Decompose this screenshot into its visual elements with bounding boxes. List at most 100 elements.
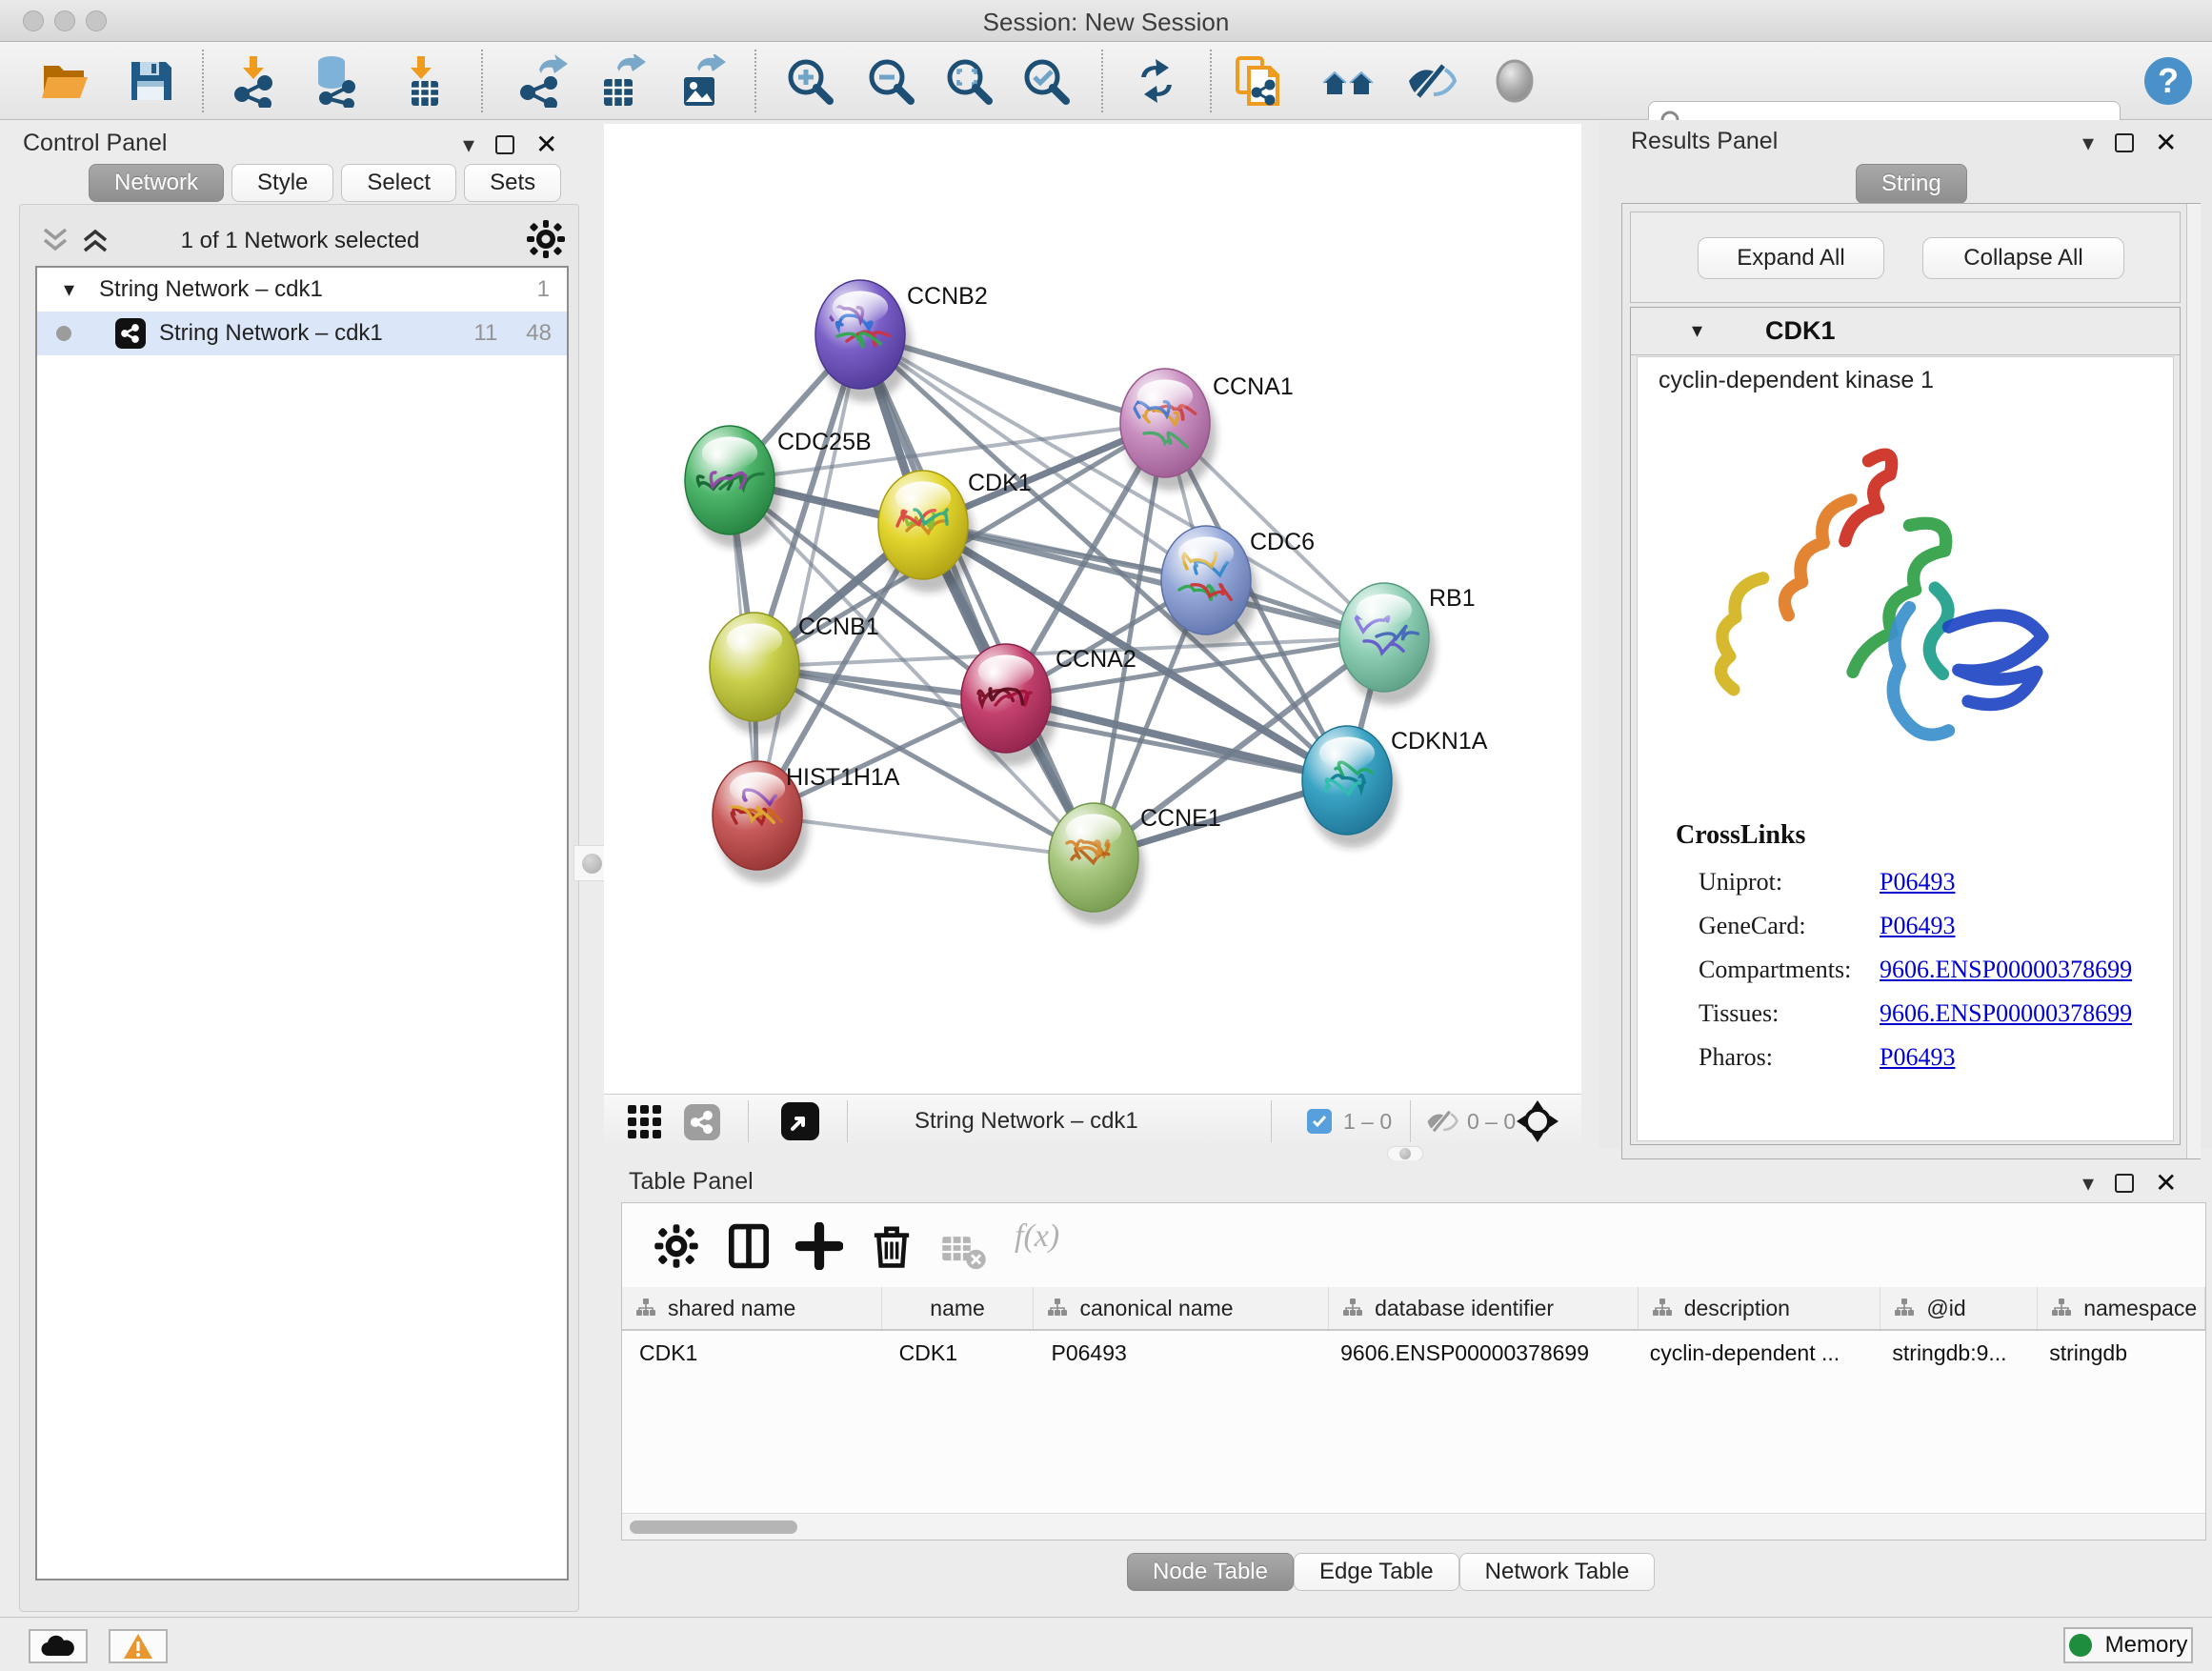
table-row[interactable]: CDK1CDK1P064939606.ENSP00000378699cyclin… bbox=[622, 1331, 2205, 1375]
crosslink-row: Pharos:P06493 bbox=[1699, 1036, 2175, 1079]
column-header-name[interactable]: name bbox=[882, 1287, 1035, 1329]
node-label-cdkn1a: CDKN1A bbox=[1391, 728, 1488, 755]
column-header-description[interactable]: description bbox=[1639, 1287, 1881, 1329]
network-node-cdkn1a[interactable]: CDKN1A bbox=[1302, 726, 1488, 848]
tab-network[interactable]: Network bbox=[89, 164, 224, 202]
gene-name: CDK1 bbox=[1765, 316, 1836, 346]
memory-button[interactable]: Memory bbox=[2063, 1627, 2193, 1663]
network-node-ccne1[interactable]: CCNE1 bbox=[1049, 803, 1221, 925]
import-table-file-button[interactable] bbox=[396, 54, 450, 108]
tab-select[interactable]: Select bbox=[341, 164, 456, 202]
node-label-ccnb1: CCNB1 bbox=[798, 614, 879, 640]
export-image-button[interactable] bbox=[673, 54, 726, 108]
expand-all-button[interactable]: Expand All bbox=[1698, 237, 1884, 279]
tab-string[interactable]: String bbox=[1856, 164, 1967, 204]
column-header-shared-name[interactable]: shared name bbox=[622, 1287, 882, 1329]
status-bar: Memory bbox=[0, 1617, 2212, 1671]
collection-expand-icon[interactable]: ▾ bbox=[64, 278, 74, 302]
network-row-selected[interactable]: String Network – cdk1 11 48 bbox=[37, 312, 567, 355]
main-toolbar: ? bbox=[0, 42, 2212, 120]
import-network-file-button[interactable] bbox=[229, 54, 282, 108]
import-network-database-button[interactable] bbox=[311, 54, 364, 108]
save-session-button[interactable] bbox=[124, 54, 177, 108]
cloud-icon bbox=[41, 1635, 75, 1658]
export-network-button[interactable] bbox=[514, 54, 568, 108]
add-row-plus-icon[interactable] bbox=[795, 1222, 843, 1270]
table-cell: P06493 bbox=[1034, 1331, 1329, 1375]
entry-expand-icon[interactable]: ▾ bbox=[1692, 319, 1702, 343]
help-button[interactable]: ? bbox=[2142, 54, 2195, 108]
node-label-rb1: RB1 bbox=[1429, 585, 1476, 612]
panel-close-icon[interactable]: ✕ bbox=[2155, 133, 2177, 152]
panel-float-icon[interactable] bbox=[495, 135, 514, 154]
column-header--id[interactable]: @id bbox=[1880, 1287, 2038, 1329]
network-node-ccna1[interactable]: CCNA1 bbox=[1120, 369, 1294, 491]
table-horizontal-scrollbar[interactable] bbox=[622, 1513, 2205, 1540]
table-panel-tabs: Node TableEdge TableNetwork Table bbox=[1127, 1553, 1655, 1591]
houses-icon-button[interactable] bbox=[1321, 54, 1375, 108]
delete-trash-icon[interactable] bbox=[868, 1222, 915, 1270]
collapse-all-button[interactable]: Collapse All bbox=[1922, 237, 2124, 279]
horizontal-splitter-handle[interactable] bbox=[1387, 1146, 1423, 1161]
panel-float-icon[interactable] bbox=[2115, 1174, 2134, 1193]
hide-eye-slash-button[interactable] bbox=[1405, 54, 1458, 108]
crosslink-link[interactable]: P06493 bbox=[1880, 1043, 1955, 1072]
node-label-cdk1: CDK1 bbox=[968, 470, 1032, 496]
add-column-icon[interactable] bbox=[725, 1222, 773, 1270]
gear-icon[interactable] bbox=[525, 218, 567, 260]
cloud-status-button[interactable] bbox=[29, 1629, 88, 1663]
gray-sphere-icon-button[interactable] bbox=[1488, 54, 1541, 108]
refresh-button[interactable] bbox=[1130, 54, 1183, 108]
fit-target-icon[interactable] bbox=[1517, 1100, 1558, 1142]
gene-entry-header[interactable]: ▾ CDK1 bbox=[1631, 308, 2180, 355]
network-view-canvas[interactable]: CCNB2CCNA1CDC25BCDK1CDC6RB1CCNB1CCNA2CDK… bbox=[604, 124, 1581, 1094]
results-panel-title: Results Panel bbox=[1631, 128, 1778, 155]
zoom-fit-button[interactable] bbox=[942, 54, 995, 108]
results-vertical-scrollbar[interactable] bbox=[2186, 204, 2201, 1158]
network-node-hist1h1a[interactable]: HIST1H1A bbox=[713, 761, 900, 883]
crosslink-link[interactable]: 9606.ENSP00000378699 bbox=[1880, 956, 2132, 984]
warning-icon bbox=[123, 1633, 153, 1660]
tab-sets[interactable]: Sets bbox=[464, 164, 561, 202]
scrollbar-thumb[interactable] bbox=[630, 1520, 797, 1534]
network-node-ccnb2[interactable]: CCNB2 bbox=[815, 280, 988, 402]
panel-close-icon[interactable]: ✕ bbox=[2155, 1174, 2177, 1193]
panel-close-icon[interactable]: ✕ bbox=[535, 135, 557, 154]
crosslink-link[interactable]: 9606.ENSP00000378699 bbox=[1880, 999, 2132, 1028]
clone-network-button[interactable] bbox=[1232, 54, 1285, 108]
panel-collapse-icon[interactable]: ▾ bbox=[463, 131, 474, 158]
tab-style[interactable]: Style bbox=[231, 164, 333, 202]
hierarchy-icon bbox=[635, 1298, 656, 1319]
table-cell: cyclin-dependent ... bbox=[1639, 1331, 1881, 1375]
column-header-canonical-name[interactable]: canonical name bbox=[1034, 1287, 1329, 1329]
network-graph: CCNB2CCNA1CDC25BCDK1CDC6RB1CCNB1CCNA2CDK… bbox=[604, 124, 1581, 1094]
panel-collapse-icon[interactable]: ▾ bbox=[2082, 130, 2094, 156]
grid-view-icon[interactable] bbox=[627, 1104, 663, 1140]
warning-status-button[interactable] bbox=[109, 1629, 168, 1663]
zoom-in-button[interactable] bbox=[783, 54, 836, 108]
table-header-row: shared namenamecanonical namedatabase id… bbox=[622, 1287, 2205, 1331]
hierarchy-icon bbox=[1652, 1298, 1673, 1319]
export-table-button[interactable] bbox=[593, 54, 646, 108]
network-node-cdc6[interactable]: CDC6 bbox=[1161, 526, 1315, 648]
table-gear-icon[interactable] bbox=[653, 1222, 700, 1270]
column-header-namespace[interactable]: namespace bbox=[2038, 1287, 2205, 1329]
tab-node-table[interactable]: Node Table bbox=[1127, 1553, 1294, 1591]
network-share-view-icon[interactable] bbox=[684, 1104, 720, 1140]
string-results-container: Expand All Collapse All ▾ CDK1 cyclin-de… bbox=[1621, 203, 2201, 1159]
crosslink-link[interactable]: P06493 bbox=[1880, 868, 1955, 896]
selected-items-checkbox[interactable] bbox=[1307, 1109, 1332, 1134]
crosslink-link[interactable]: P06493 bbox=[1880, 912, 1955, 940]
panel-float-icon[interactable] bbox=[2115, 133, 2134, 152]
birdseye-navigator-icon[interactable] bbox=[781, 1102, 819, 1140]
zoom-selected-button[interactable] bbox=[1019, 54, 1073, 108]
zoom-out-button[interactable] bbox=[864, 54, 917, 108]
network-collection-row[interactable]: ▾ String Network – cdk1 1 bbox=[37, 268, 567, 312]
panel-collapse-icon[interactable]: ▾ bbox=[2082, 1170, 2094, 1197]
network-node-rb1[interactable]: RB1 bbox=[1339, 583, 1476, 705]
column-header-database-identifier[interactable]: database identifier bbox=[1329, 1287, 1639, 1329]
tab-edge-table[interactable]: Edge Table bbox=[1294, 1553, 1459, 1591]
open-session-button[interactable] bbox=[38, 54, 91, 108]
network-edge[interactable] bbox=[757, 334, 860, 815]
tab-network-table[interactable]: Network Table bbox=[1459, 1553, 1656, 1591]
